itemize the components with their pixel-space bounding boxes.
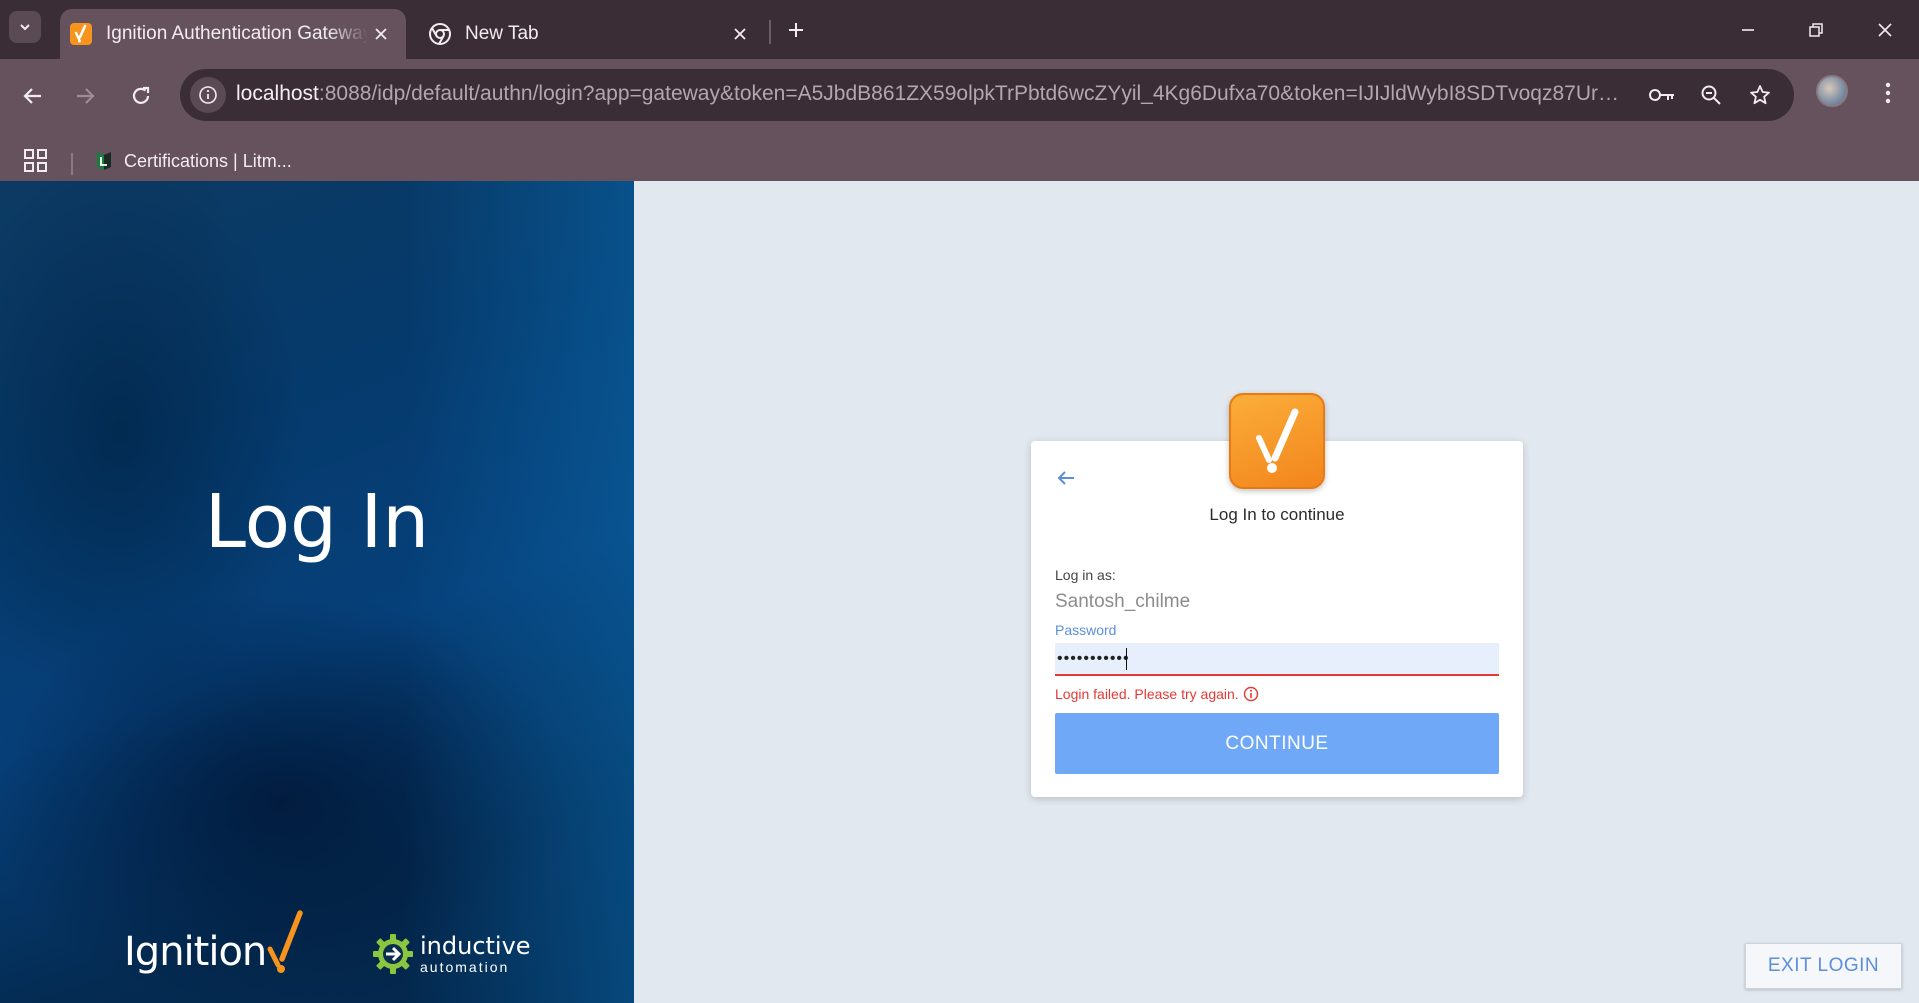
- site-info-button[interactable]: [190, 77, 226, 113]
- url-host: localhost: [236, 82, 319, 105]
- address-bar[interactable]: localhost:8088/idp/default/authn/login?a…: [180, 69, 1794, 121]
- error-message: Login failed. Please try again.: [1055, 686, 1239, 702]
- arrow-left-icon: [23, 88, 41, 104]
- gear-arrow-icon: [373, 934, 413, 974]
- zoom-button[interactable]: [1695, 79, 1727, 111]
- browser-toolbar: localhost:8088/idp/default/authn/login?a…: [0, 59, 1919, 189]
- new-tab-button[interactable]: [780, 14, 812, 46]
- close-tab-icon[interactable]: [368, 21, 394, 47]
- close-icon: [1878, 23, 1892, 37]
- hero-title: Log In: [204, 479, 430, 565]
- exit-login-button[interactable]: EXIT LOGIN: [1745, 943, 1902, 989]
- back-button[interactable]: [14, 77, 52, 115]
- tab-ignition-gateway[interactable]: Ignition Authentication Gateway: [60, 9, 406, 59]
- ia-wordmark-top: inductive: [420, 932, 531, 960]
- close-window-button[interactable]: [1867, 12, 1903, 48]
- ignition-badge-icon: [1229, 393, 1325, 489]
- browser-menu-button[interactable]: [1872, 75, 1904, 111]
- ignition-logo: Ignition: [124, 909, 306, 975]
- url-text[interactable]: localhost:8088/idp/default/authn/login?a…: [236, 82, 1626, 106]
- plus-icon: [789, 23, 803, 37]
- error-info-icon: [1243, 686, 1258, 702]
- restore-button[interactable]: [1798, 12, 1834, 48]
- tab-search-button[interactable]: [9, 11, 41, 43]
- chevron-down-icon: [20, 24, 30, 31]
- ia-wordmark-bottom: automation: [420, 959, 510, 975]
- arrow-left-icon: [1057, 471, 1074, 485]
- key-icon: [1649, 89, 1674, 101]
- tab-title: Ignition Authentication Gateway: [106, 23, 368, 44]
- kebab-menu-icon: [1885, 82, 1891, 104]
- hero-panel: Log In Ignition inductive automation: [0, 181, 634, 1003]
- back-button[interactable]: [1051, 463, 1081, 493]
- reload-button[interactable]: [122, 77, 160, 115]
- chrome-icon: [429, 23, 451, 45]
- arrow-right-icon: [77, 88, 95, 104]
- login-card: Log In to continue Log in as: Santosh_ch…: [1031, 441, 1523, 797]
- close-tab-icon[interactable]: [727, 21, 753, 47]
- profile-avatar[interactable]: [1816, 75, 1848, 107]
- login-as-label: Log in as:: [1055, 567, 1116, 583]
- inductive-automation-logo: inductive automation: [372, 933, 531, 975]
- ignition-favicon-icon: [70, 23, 92, 45]
- star-icon: [1750, 85, 1770, 105]
- bookmark-label: Certifications | Litm...: [124, 150, 292, 171]
- tab-divider: [769, 20, 771, 44]
- url-path: :8088/idp/default/authn/login?app=gatewa…: [318, 82, 1626, 105]
- ignition-mark-icon: [267, 910, 304, 973]
- ia-wordmark: inductive automation: [420, 934, 531, 974]
- login-error: Login failed. Please try again.: [1055, 686, 1259, 702]
- bookmark-certifications[interactable]: Certifications | Litm...: [94, 144, 292, 178]
- litmus-favicon-icon: [97, 152, 111, 170]
- forward-button[interactable]: [66, 77, 104, 115]
- text-caret: [1125, 647, 1127, 670]
- tab-strip: Ignition Authentication Gateway New Tab: [0, 0, 1919, 59]
- continue-button[interactable]: CONTINUE: [1055, 713, 1499, 774]
- ignition-wordmark: Ignition: [124, 929, 267, 975]
- tab-new-tab[interactable]: New Tab: [415, 9, 765, 59]
- bookmark-star-button[interactable]: [1744, 79, 1776, 111]
- minimize-icon: [1742, 29, 1754, 31]
- apps-grid-icon: [24, 149, 47, 172]
- bookmark-divider: [71, 153, 73, 175]
- login-page: Log In Ignition inductive automation Log…: [0, 181, 1919, 1003]
- apps-button[interactable]: [24, 149, 52, 177]
- password-label: Password: [1055, 622, 1117, 638]
- password-key-button[interactable]: [1646, 79, 1678, 111]
- tab-title: New Tab: [465, 23, 539, 44]
- password-masked-value: •••••••••••: [1057, 649, 1130, 667]
- password-input[interactable]: •••••••••••: [1055, 643, 1499, 676]
- username-value: Santosh_chilme: [1055, 591, 1191, 612]
- minimize-button[interactable]: [1730, 12, 1766, 48]
- restore-icon: [1809, 23, 1823, 37]
- zoom-icon: [1701, 85, 1721, 105]
- info-icon: [199, 86, 217, 104]
- reload-icon: [132, 86, 150, 104]
- login-title: Log In to continue: [1209, 505, 1345, 524]
